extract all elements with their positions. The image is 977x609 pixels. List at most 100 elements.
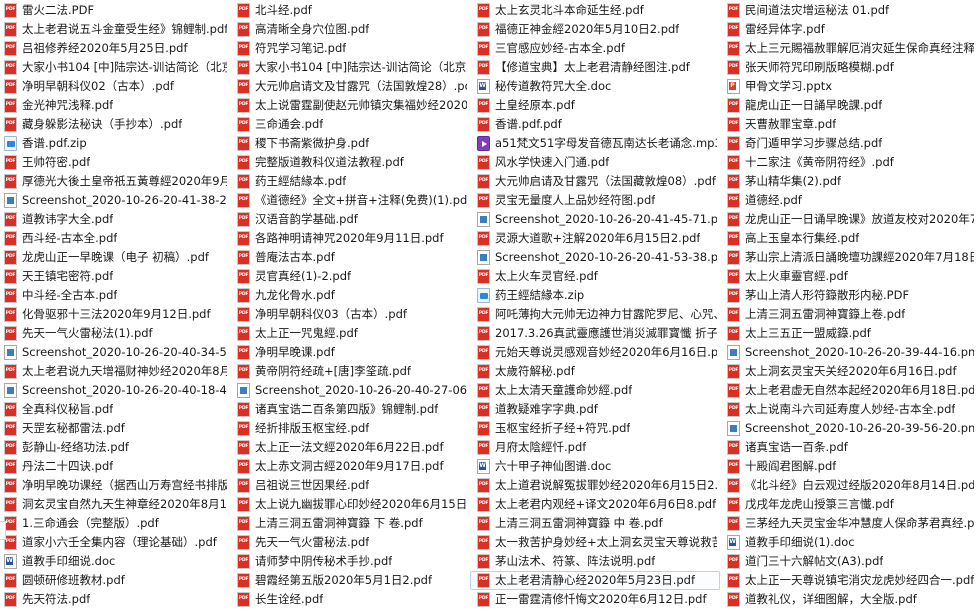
file-list-item[interactable]: 太上老君内观经+译文2020年6月6日8.pdf	[470, 495, 720, 514]
file-list-item[interactable]: 高清晰全身穴位图.pdf	[230, 20, 470, 39]
file-list-item[interactable]: 三命通会.pdf	[230, 115, 470, 134]
file-list-item[interactable]: 化骨驱邪十三法2020年9月12日.pdf	[0, 305, 230, 324]
file-list-item[interactable]: Screenshot_2020-10-26-20-41-45-71.png	[470, 210, 720, 229]
file-list-item[interactable]: 太上火車靈官經.pdf	[720, 267, 977, 286]
file-list-item[interactable]: 民间道法灾增运秘法 01.pdf	[720, 1, 977, 20]
file-list-item[interactable]: 吕祖说三世因果经.pdf	[230, 476, 470, 495]
file-list-item[interactable]: Screenshot_2020-10-26-20-40-18-47.png	[0, 381, 230, 400]
file-list-item[interactable]: Screenshot_2020-10-26-20-39-44-16.png	[720, 343, 977, 362]
file-list-item[interactable]: 太上说雷霆副使赵元帅镇灾集福妙经2020年5...	[230, 96, 470, 115]
file-list-item[interactable]: 各路神明请神咒2020年9月11日.pdf	[230, 229, 470, 248]
file-list-item[interactable]: 全真科仪秘旨.pdf	[0, 400, 230, 419]
file-list-item[interactable]: 道教手印细说(1).doc	[720, 533, 977, 552]
file-list-item[interactable]: 灵官真经(1)-2.pdf	[230, 267, 470, 286]
file-list-item[interactable]: 大元帅启请文及甘露咒（法国敦煌28）.pdf	[230, 77, 470, 96]
file-list-item[interactable]: 天罡玄秘都雷法.pdf	[0, 419, 230, 438]
file-list-item[interactable]: 元始天尊说灵感观音妙经2020年6月16日.pdf	[470, 343, 720, 362]
file-list-item[interactable]: 太上说九幽拔罪心印妙经2020年6月15日.pdf	[230, 495, 470, 514]
file-list-item[interactable]: 先天一气火雷秘法(1).pdf	[0, 324, 230, 343]
file-list-item[interactable]: 上清三洞五雷洞神寶籙 下 卷.pdf	[230, 514, 470, 533]
file-list-item[interactable]: 北斗经.pdf	[230, 1, 470, 20]
file-list-item[interactable]: 完整版道教科仪道法教程.pdf	[230, 153, 470, 172]
file-list-item[interactable]: 净明早朝科仪02（古本）.pdf	[0, 77, 230, 96]
file-list-item[interactable]: 龙虎山正一早晚课（电子 初稿）.pdf	[0, 248, 230, 267]
file-list-item[interactable]: 太上老君说九天增福财神妙经2020年8月2日.p...	[0, 362, 230, 381]
file-list-item[interactable]: 道门三十六解帖文(A3).pdf	[720, 552, 977, 571]
file-list-item[interactable]: 丹法二十四诀.pdf	[0, 457, 230, 476]
file-list-item[interactable]: 茅山精华集(2).pdf	[720, 172, 977, 191]
file-list-item[interactable]: Screenshot_2020-10-26-20-40-27-06.png	[230, 381, 470, 400]
file-list-item[interactable]: 上清三洞五雷洞神寶籙 中 卷.pdf	[470, 514, 720, 533]
file-list-item[interactable]: 西斗经-古本全.pdf	[0, 229, 230, 248]
file-list-item[interactable]: 太一救苦护身妙经+太上洞玄灵宝天尊说救苦...	[470, 533, 720, 552]
file-list-item[interactable]: 灵宝无量度人上品妙经符图.pdf	[470, 191, 720, 210]
file-list-item[interactable]: 太歲符解秘.pdf	[470, 362, 720, 381]
file-list-item[interactable]: 太上正一法文經2020年6月22日.pdf	[230, 438, 470, 457]
file-list-item[interactable]: 正一雷霆清修忏悔文2020年6月12日.pdf	[470, 590, 720, 609]
file-list-item[interactable]: 太上洞玄灵宝天关经2020年6月16日.pdf	[720, 362, 977, 381]
file-list-item-selected[interactable]: 太上老君清静心经2020年5月23日.pdf	[470, 571, 720, 590]
file-list-item[interactable]: Screenshot_2020-10-26-20-40-34-54.png	[0, 343, 230, 362]
file-list-item[interactable]: 中斗经-全古本.pdf	[0, 286, 230, 305]
file-list-item[interactable]: 太上三五正一盟威籙.pdf	[720, 324, 977, 343]
file-list-item[interactable]: 六十甲子神仙图谱.doc	[470, 457, 720, 476]
file-list-item[interactable]: 净明早朝科仪03（古本）.pdf	[230, 305, 470, 324]
file-list-item[interactable]: 诸真宝诰一百条.pdf	[720, 438, 977, 457]
file-list-item[interactable]: Screenshot_2020-10-26-20-41-53-38.png	[470, 248, 720, 267]
file-list-item[interactable]: 经折排版玉枢宝经.pdf	[230, 419, 470, 438]
file-list-item[interactable]: 太上玄灵北斗本命延生经.pdf	[470, 1, 720, 20]
file-list-item[interactable]: 香谱.pdf.zip	[0, 134, 230, 153]
file-list-item[interactable]: 奇门遁甲学习步骤总结.pdf	[720, 134, 977, 153]
file-list-item[interactable]: 长生诠经.pdf	[230, 590, 470, 609]
file-list-item[interactable]: 符咒学习笔记.pdf	[230, 39, 470, 58]
file-list-item[interactable]: 高上玉皇本行集经.pdf	[720, 229, 977, 248]
file-list-item[interactable]: 雷经异体字.pdf	[720, 20, 977, 39]
file-list-item[interactable]: 戊戌年龙虎山授箓三言懴.pdf	[720, 495, 977, 514]
file-list-item[interactable]: 福德正神金經2020年5月10日2.pdf	[470, 20, 720, 39]
file-list-item[interactable]: 道教疑难字字典.pdf	[470, 400, 720, 419]
file-list-item[interactable]: 太上赤文洞古經2020年9月17日.pdf	[230, 457, 470, 476]
file-list-item[interactable]: 玉枢宝经折子经+符咒.pdf	[470, 419, 720, 438]
file-list-item[interactable]: 请师梦中阴传秘术手抄.pdf	[230, 552, 470, 571]
file-list-item[interactable]: 稷下书斋紫微护身.pdf	[230, 134, 470, 153]
file-list-item[interactable]: 净明早晚功课经（据西山万寿宫经书排版）.pdf	[0, 476, 230, 495]
file-list-item[interactable]: 彭静山-经络功法.pdf	[0, 438, 230, 457]
file-list-item[interactable]: 太上太清天童護命妙經.pdf	[470, 381, 720, 400]
file-list-item[interactable]: Screenshot_2020-10-26-20-39-56-20.png	[720, 419, 977, 438]
file-list-item[interactable]: 藏身躲影法秘诀（手抄本）.pdf	[0, 115, 230, 134]
file-list-item[interactable]: 洞玄灵宝自然九天生神章经2020年8月11日.pdf	[0, 495, 230, 514]
file-list-item[interactable]: 1.三命通会（完整版）.pdf	[0, 514, 230, 533]
file-list-item[interactable]: 张天师符咒印刷版略模糊.pdf	[720, 58, 977, 77]
file-list-item[interactable]: 太上正一咒鬼經.pdf	[230, 324, 470, 343]
file-list-item[interactable]: 灵源大道歌+注解2020年6月15日2.pdf	[470, 229, 720, 248]
file-list-item[interactable]: 药王經結緣本.pdf	[230, 172, 470, 191]
file-list-item[interactable]: 大家小书104 [中]陆宗达-训诂简论（北京出版...	[0, 58, 230, 77]
file-list-item[interactable]: 上清三洞五雷洞神寶籙上卷.pdf	[720, 305, 977, 324]
file-list-item[interactable]: 月府太陰經忏.pdf	[470, 438, 720, 457]
file-list-item[interactable]: 天王镇宅密符.pdf	[0, 267, 230, 286]
file-list-item[interactable]: 太上三元賜福赦罪解厄消灾延生保命真经注释...	[720, 39, 977, 58]
file-list-item[interactable]: 甲骨文学习.pptx	[720, 77, 977, 96]
file-list-item[interactable]: 茅山法术、符篆、阵法说明.pdf	[470, 552, 720, 571]
file-list-item[interactable]: 汉语音韵学基础.pdf	[230, 210, 470, 229]
file-list-item[interactable]: 土皇经原本.pdf	[470, 96, 720, 115]
file-list-item[interactable]: 药王經結緣本.zip	[470, 286, 720, 305]
file-list-item[interactable]: 太上老君虚无自然本起经2020年6月18日.pdf	[720, 381, 977, 400]
file-list-item[interactable]: 【修道宝典】太上老君清静经图注.pdf	[470, 58, 720, 77]
file-list-item[interactable]: 《道德经》全文+拼音+注释(免费)(1).pdf	[230, 191, 470, 210]
file-list-item[interactable]: 香谱.pdf.pdf	[470, 115, 720, 134]
file-list-item[interactable]: 道教讳字大全.pdf	[0, 210, 230, 229]
file-list-item[interactable]: 风水学快速入门通.pdf	[470, 153, 720, 172]
file-list-item[interactable]: 圆顿研修班教材.pdf	[0, 571, 230, 590]
file-list-item[interactable]: 三茅经九天灵宝金华冲慧度人保命茅君真经.pdf	[720, 514, 977, 533]
file-list-item[interactable]: 2017.3.26真武靈應護世消災滅罪寶懺 折子本...	[470, 324, 720, 343]
file-list-item[interactable]: 诸真宝诰二百条第四版》锦鲤制.pdf	[230, 400, 470, 419]
file-list-item[interactable]: 十殿阎君图解.pdf	[720, 457, 977, 476]
file-list-item[interactable]: 十二家注《黄帝阴符经》.pdf	[720, 153, 977, 172]
file-list-item[interactable]: 雷火二法.PDF	[0, 1, 230, 20]
file-list-item[interactable]: 大元帅启请及甘露咒（法国藏敦煌08）.pdf	[470, 172, 720, 191]
file-list-item[interactable]: 龙虎山正一日诵早晚课》放道友校对2020年7...	[720, 210, 977, 229]
file-list-item[interactable]: 阿吒薄拘大元帅无边神力甘露陀罗尼、心咒、...	[470, 305, 720, 324]
file-list-item[interactable]: 大家小书104 [中]陆宗达-训诂简论（北京出版...	[230, 58, 470, 77]
file-list-item[interactable]: 道德经.pdf	[720, 191, 977, 210]
